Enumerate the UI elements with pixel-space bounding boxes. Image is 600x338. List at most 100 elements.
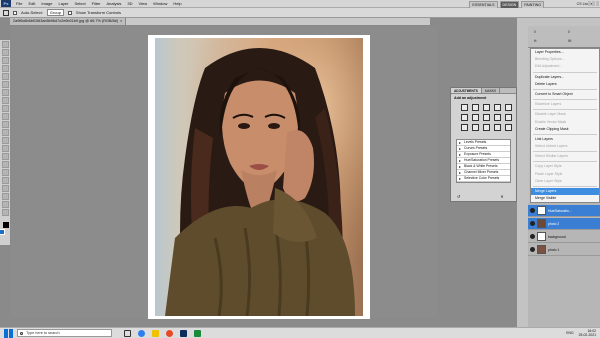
chrome-icon[interactable] [166, 329, 173, 337]
pen-tool-icon[interactable] [2, 153, 9, 160]
menu-select[interactable]: Select [72, 0, 89, 8]
auto-select-checkbox[interactable] [13, 10, 17, 15]
eye-icon[interactable] [530, 221, 535, 226]
menu-item-link-layers[interactable]: Link Layers [531, 136, 599, 143]
posterize-icon[interactable] [472, 124, 479, 131]
move-tool-icon[interactable] [3, 9, 9, 16]
background-color-swatch[interactable] [0, 229, 5, 235]
brush-tool-icon[interactable] [2, 97, 9, 104]
threshold-icon[interactable] [483, 124, 490, 131]
dodge-tool-icon[interactable] [2, 145, 9, 152]
maximize-button[interactable] [592, 1, 595, 6]
layer-row[interactable]: background [528, 231, 600, 243]
photo-filter-icon[interactable] [494, 114, 501, 121]
close-tab-icon[interactable]: × [120, 19, 122, 23]
file-explorer-icon[interactable] [152, 329, 159, 337]
menu-item-create-clipping-mask[interactable]: Create Clipping Mask [531, 126, 599, 133]
taskbar-search[interactable]: Type here to search [17, 329, 112, 337]
invert-icon[interactable] [461, 124, 468, 131]
clock[interactable]: 16:02 25-02-2021 [579, 329, 596, 337]
edge-icon[interactable] [138, 329, 145, 337]
menu-window[interactable]: Window [150, 0, 170, 8]
layer-row[interactable]: Hue/Saturatio... [528, 205, 600, 217]
menu-item-paste-layer-style[interactable]: Paste Layer Style [531, 171, 599, 178]
eraser-tool-icon[interactable] [2, 121, 9, 128]
show-transform-checkbox[interactable] [67, 10, 72, 15]
start-button[interactable] [4, 328, 13, 338]
3d-rotate-tool-icon[interactable] [2, 185, 9, 192]
color-balance-icon[interactable] [472, 114, 479, 121]
hand-tool-icon[interactable] [2, 201, 9, 208]
menu-edit[interactable]: Edit [25, 0, 38, 8]
selective-color-icon[interactable] [505, 124, 512, 131]
photoshop-task-icon[interactable] [180, 329, 187, 337]
vibrance-icon[interactable] [505, 104, 512, 111]
eye-icon[interactable] [530, 208, 535, 213]
tab-masks[interactable]: MASKS [482, 88, 501, 93]
return-icon[interactable]: ↺ [457, 194, 460, 199]
levels-icon[interactable] [472, 104, 479, 111]
channel-mixer-icon[interactable] [505, 114, 512, 121]
hue-saturation-icon[interactable] [461, 114, 468, 121]
menu-item-select-linked-layers[interactable]: Select Linked Layers [531, 143, 599, 150]
menu-item-delete-layers[interactable]: Delete Layers [531, 81, 599, 88]
trash-icon[interactable]: ✕ [500, 194, 503, 199]
foreground-color-swatch[interactable] [3, 222, 9, 228]
menu-item-enable-vector-mask[interactable]: Enable Vector Mask [531, 119, 599, 126]
tray-lang[interactable]: ENG [566, 331, 573, 335]
menu-item-select-similar-layers[interactable]: Select Similar Layers [531, 153, 599, 160]
type-tool-icon[interactable] [2, 161, 9, 168]
marquee-tool-icon[interactable] [2, 49, 9, 56]
black-white-icon[interactable] [483, 114, 490, 121]
brightness-icon[interactable] [461, 104, 468, 111]
eye-icon[interactable] [530, 247, 535, 252]
portrait-photo[interactable] [155, 38, 363, 316]
lasso-tool-icon[interactable] [2, 57, 9, 64]
menu-view[interactable]: View [136, 0, 151, 8]
menu-item-layer-properties[interactable]: Layer Properties... [531, 49, 599, 56]
menu-help[interactable]: Help [170, 0, 184, 8]
preset-item[interactable]: Selective Color Presets [457, 176, 510, 182]
app-icon[interactable] [194, 329, 201, 337]
shape-tool-icon[interactable] [2, 177, 9, 184]
menu-item-copy-layer-style[interactable]: Copy Layer Style [531, 163, 599, 170]
history-brush-tool-icon[interactable] [2, 113, 9, 120]
eyedropper-tool-icon[interactable] [2, 81, 9, 88]
menu-item-merge-visible[interactable]: Merge Visible [531, 195, 599, 202]
eye-icon[interactable] [530, 234, 535, 239]
menu-item-edit-adjustment[interactable]: Edit Adjustment... [531, 63, 599, 70]
layer-row[interactable]: photo 1 [528, 244, 600, 256]
menu-item-blending-options[interactable]: Blending Options... [531, 56, 599, 63]
tab-adjustments[interactable]: ADJUSTMENTS [451, 88, 482, 93]
menu-item-clear-layer-style[interactable]: Clear Layer Style [531, 178, 599, 185]
zoom-tool-icon[interactable] [2, 209, 9, 216]
path-select-tool-icon[interactable] [2, 169, 9, 176]
close-button[interactable] [596, 1, 599, 6]
menu-file[interactable]: File [13, 0, 25, 8]
menu-analysis[interactable]: Analysis [104, 0, 125, 8]
curves-icon[interactable] [483, 104, 490, 111]
menu-image[interactable]: Image [38, 0, 55, 8]
crop-tool-icon[interactable] [2, 73, 9, 80]
menu-item-rasterize-layers[interactable]: Rasterize Layers [531, 101, 599, 108]
menu-layer[interactable]: Layer [55, 0, 71, 8]
document-tab[interactable]: 2a9f6c8b6bf1563ab5b96d7c2e6b01b9.jpg @ 6… [10, 18, 127, 25]
blur-tool-icon[interactable] [2, 137, 9, 144]
exposure-icon[interactable] [494, 104, 501, 111]
menu-item-disable-layer-mask[interactable]: Disable Layer Mask [531, 111, 599, 118]
gradient-tool-icon[interactable] [2, 129, 9, 136]
clone-stamp-tool-icon[interactable] [2, 105, 9, 112]
minimize-button[interactable] [588, 1, 591, 6]
menu-filter[interactable]: Filter [89, 0, 104, 8]
move-tool-icon[interactable] [2, 41, 9, 48]
layer-row[interactable]: photo 2 [528, 218, 600, 230]
gradient-map-icon[interactable] [494, 124, 501, 131]
menu-3d[interactable]: 3D [124, 0, 135, 8]
healing-tool-icon[interactable] [2, 89, 9, 96]
menu-item-duplicate-layers[interactable]: Duplicate Layers... [531, 74, 599, 81]
menu-item-convert-to-smart-object[interactable]: Convert to Smart Object [531, 91, 599, 98]
menu-item-merge-layers[interactable]: Merge Layers [531, 188, 599, 196]
auto-select-dropdown[interactable]: Group [46, 9, 64, 16]
quick-select-tool-icon[interactable] [2, 65, 9, 72]
task-view-icon[interactable] [124, 329, 131, 337]
